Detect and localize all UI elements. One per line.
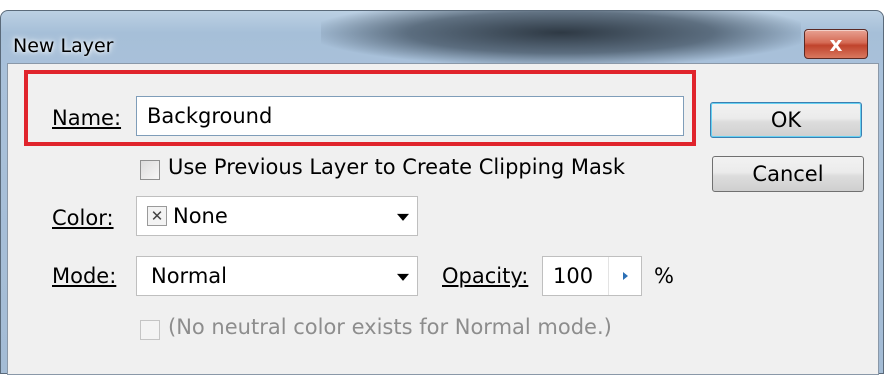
mode-label: Mode: (52, 264, 116, 288)
cancel-button[interactable]: Cancel (712, 156, 864, 192)
clipping-mask-label[interactable]: Use Previous Layer to Create Clipping Ma… (168, 155, 625, 179)
color-label: Color: (52, 206, 114, 230)
name-label: Name: (52, 106, 121, 130)
color-label-text: Color: (52, 206, 114, 230)
play-arrow-icon (622, 272, 628, 280)
mode-select[interactable]: Normal (136, 256, 418, 296)
chevron-down-icon (397, 273, 409, 281)
ok-button-label: OK (770, 108, 802, 132)
opacity-label-text: Opacity: (442, 264, 529, 288)
name-input-value: Background (147, 104, 273, 128)
clipping-mask-checkbox[interactable] (140, 160, 160, 180)
close-button[interactable]: x (804, 29, 868, 59)
opacity-value: 100 (553, 264, 594, 288)
titlebar-shading (321, 11, 801, 65)
opacity-slider-toggle[interactable] (608, 257, 641, 295)
color-select[interactable]: ✕ None (136, 196, 418, 236)
mode-select-value: Normal (151, 264, 227, 288)
opacity-label: Opacity: (442, 264, 528, 288)
chevron-down-icon (397, 213, 409, 221)
neutral-color-checkbox[interactable] (140, 320, 160, 340)
cancel-button-label: Cancel (752, 162, 824, 186)
close-icon: x (829, 32, 843, 56)
name-input[interactable]: Background (136, 96, 684, 136)
neutral-color-label: (No neutral color exists for Normal mode… (168, 315, 612, 339)
none-color-icon: ✕ (147, 206, 167, 226)
color-select-value: None (173, 204, 228, 228)
opacity-input[interactable]: 100 (542, 256, 642, 296)
opacity-unit: % (654, 264, 674, 288)
mode-label-text: Mode: (52, 264, 117, 288)
name-label-text: Name: (52, 106, 122, 130)
window-title: New Layer (13, 35, 114, 57)
ok-button[interactable]: OK (710, 102, 862, 138)
